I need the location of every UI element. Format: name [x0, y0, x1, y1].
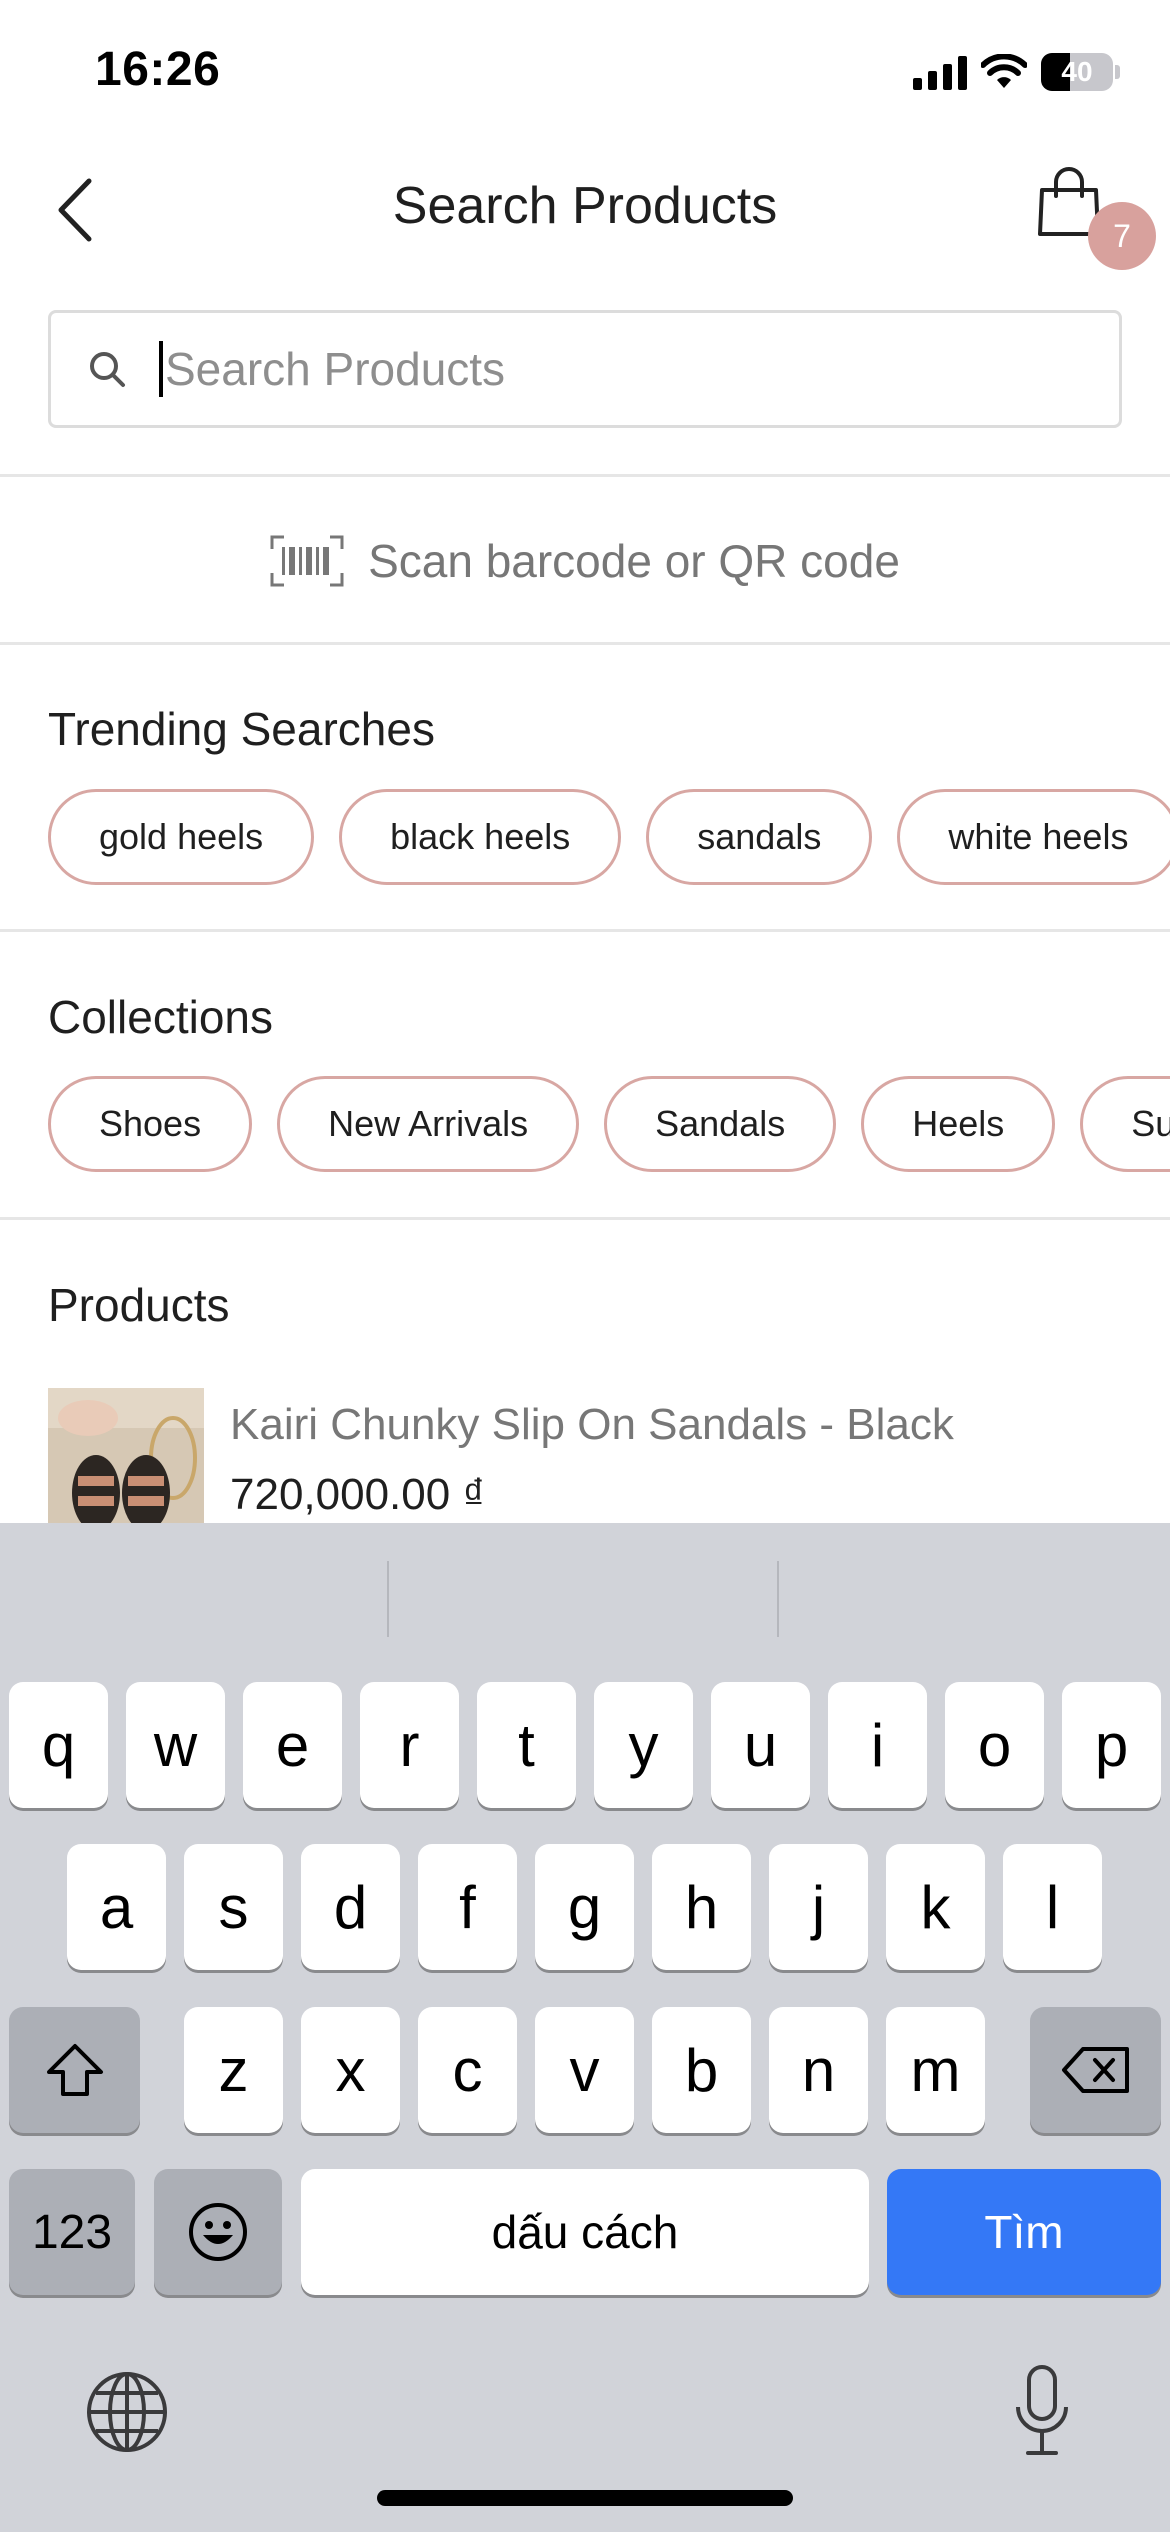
products-title: Products: [48, 1279, 230, 1331]
barcode-scan-icon: [270, 535, 344, 586]
wifi-icon: [981, 54, 1027, 88]
space-key[interactable]: dấu cách: [301, 2169, 869, 2295]
status-time: 16:26: [95, 43, 221, 96]
shift-icon: [46, 2044, 103, 2096]
globe-button[interactable]: [84, 2369, 170, 2455]
key[interactable]: s: [184, 1844, 283, 1970]
key[interactable]: x: [301, 2007, 400, 2133]
trending-chip[interactable]: black heels: [339, 789, 622, 885]
cart-count-badge: 7: [1088, 202, 1156, 270]
key[interactable]: w: [126, 1682, 225, 1808]
collection-chip[interactable]: Heels: [861, 1076, 1056, 1172]
trending-chip[interactable]: white heels: [897, 789, 1170, 885]
product-thumbnail: [48, 1388, 204, 1523]
search-input[interactable]: [165, 342, 1065, 396]
divider: [0, 1217, 1170, 1220]
globe-icon: [87, 2372, 167, 2452]
status-icons: 40: [913, 50, 1120, 94]
key[interactable]: i: [828, 1682, 927, 1808]
key[interactable]: z: [184, 2007, 283, 2133]
battery-indicator: 40: [1041, 53, 1120, 91]
cart-button[interactable]: 7: [1030, 166, 1160, 270]
key[interactable]: n: [769, 2007, 868, 2133]
key[interactable]: d: [301, 1844, 400, 1970]
backspace-icon: [1061, 2047, 1129, 2093]
trending-chip[interactable]: gold heels: [48, 789, 315, 885]
product-name: Kairi Chunky Slip On Sandals - Black: [230, 1400, 954, 1449]
key[interactable]: a: [67, 1844, 166, 1970]
key[interactable]: f: [418, 1844, 517, 1970]
page-title: Search Products: [392, 177, 778, 235]
microphone-button[interactable]: [1012, 2363, 1072, 2459]
key[interactable]: o: [945, 1682, 1044, 1808]
numbers-key[interactable]: 123: [9, 2169, 135, 2295]
collection-chip[interactable]: New Arrivals: [277, 1076, 580, 1172]
emoji-key[interactable]: [154, 2169, 282, 2295]
suggestion-divider: [777, 1561, 779, 1637]
header: Search Products 7: [0, 140, 1170, 275]
key[interactable]: q: [9, 1682, 108, 1808]
status-bar: 16:26 40: [0, 0, 1170, 140]
collection-chip[interactable]: Su: [1080, 1076, 1170, 1172]
key[interactable]: y: [594, 1682, 693, 1808]
key[interactable]: g: [535, 1844, 634, 1970]
product-price: 720,000.00 ₫: [230, 1470, 486, 1519]
search-box[interactable]: [48, 310, 1122, 428]
divider: [0, 474, 1170, 477]
collection-chip[interactable]: Shoes: [48, 1076, 253, 1172]
trending-chips: gold heels black heels sandals white hee…: [48, 789, 1170, 885]
scan-label: Scan barcode or QR code: [368, 534, 900, 587]
key[interactable]: m: [886, 2007, 985, 2133]
battery-cap: [1115, 65, 1120, 79]
suggestion-divider: [387, 1561, 389, 1637]
emoji-icon: [189, 2203, 247, 2261]
delete-key[interactable]: [1030, 2007, 1161, 2133]
trending-chip[interactable]: sandals: [646, 789, 873, 885]
home-indicator: [377, 2490, 793, 2506]
shift-key[interactable]: [9, 2007, 140, 2133]
cellular-signal-icon: [913, 54, 967, 90]
key[interactable]: c: [418, 2007, 517, 2133]
key[interactable]: r: [360, 1682, 459, 1808]
battery-percent: 40: [1061, 56, 1093, 87]
divider: [0, 929, 1170, 932]
product-item[interactable]: Kairi Chunky Slip On Sandals - Black 720…: [48, 1388, 1148, 1523]
microphone-icon: [1016, 2365, 1068, 2455]
keyboard: q w e r t y u i o p a s d f g h j k l z …: [0, 1523, 1170, 2532]
key[interactable]: k: [886, 1844, 985, 1970]
battery-icon: 40: [1041, 53, 1113, 91]
product-info: Kairi Chunky Slip On Sandals - Black 720…: [230, 1388, 954, 1523]
collection-chips: Shoes New Arrivals Sandals Heels Su: [48, 1076, 1170, 1172]
sandals-image: [48, 1388, 204, 1523]
divider: [0, 642, 1170, 645]
collection-chip[interactable]: Sandals: [604, 1076, 837, 1172]
text-cursor: [159, 341, 163, 397]
key[interactable]: v: [535, 2007, 634, 2133]
search-key[interactable]: Tìm: [887, 2169, 1161, 2295]
key[interactable]: h: [652, 1844, 751, 1970]
key[interactable]: l: [1003, 1844, 1102, 1970]
key[interactable]: u: [711, 1682, 810, 1808]
search-icon: [90, 352, 125, 387]
scan-barcode-button[interactable]: Scan barcode or QR code: [0, 478, 1170, 643]
key[interactable]: e: [243, 1682, 342, 1808]
key[interactable]: t: [477, 1682, 576, 1808]
key[interactable]: p: [1062, 1682, 1161, 1808]
collections-title: Collections: [48, 991, 273, 1043]
key[interactable]: j: [769, 1844, 868, 1970]
key[interactable]: b: [652, 2007, 751, 2133]
trending-searches-title: Trending Searches: [48, 703, 435, 755]
